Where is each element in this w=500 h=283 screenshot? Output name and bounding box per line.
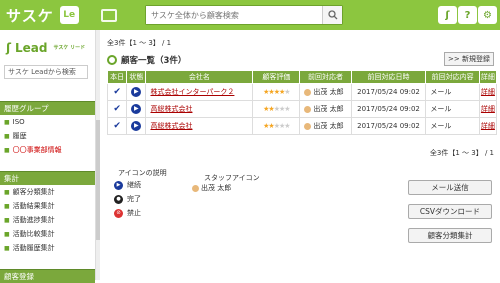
detail-link[interactable]: 詳細 xyxy=(478,100,498,118)
company-link[interactable]: 株式会社インターパーク２ xyxy=(145,83,254,101)
check-icon[interactable]: ✔ xyxy=(113,104,121,114)
rating-stars: ★★★★★ xyxy=(252,117,301,135)
contact-name: 出茂 太郎 xyxy=(299,83,352,101)
col-contact: 前回対応者 xyxy=(299,70,352,84)
person-icon xyxy=(304,105,312,113)
table-row[interactable]: ✔ ▶ 高総株式会社 ★★★★★ 出茂 太郎 2017/05/24 09:02 … xyxy=(106,100,498,118)
stats-header[interactable]: 集計 xyxy=(0,171,95,185)
sidebar-item-customer-class[interactable]: ■ 顧客分類集計 xyxy=(0,185,95,199)
last-content: メール xyxy=(425,100,480,118)
person-icon xyxy=(304,122,312,130)
sidebar: ʃ Lead サスケ リード サスケ Leadから検索 履歴グループ ■ ISO ■… xyxy=(0,30,96,283)
new-registration-button[interactable]: >> 新規登録 xyxy=(444,52,494,66)
table-row[interactable]: ✔ ▶ 高総株式会社 ★★★★★ 出茂 太郎 2017/05/24 09:02 … xyxy=(106,117,498,135)
legend-title: アイコンの説明 xyxy=(118,169,167,177)
staff-legend: 出茂 太郎 xyxy=(192,183,231,193)
search-button[interactable] xyxy=(322,6,342,24)
last-date: 2017/05/24 09:02 xyxy=(350,83,427,101)
company-link[interactable]: 高総株式会社 xyxy=(145,100,254,118)
csv-download-button[interactable]: CSVダウンロード xyxy=(408,204,492,219)
settings-button[interactable]: ⚙ xyxy=(478,6,497,24)
last-date: 2017/05/24 09:02 xyxy=(350,117,427,135)
col-today: 本日 xyxy=(106,70,128,84)
col-detail: 詳細 xyxy=(478,70,498,84)
global-search-input[interactable] xyxy=(146,6,322,24)
continue-icon: ▶ xyxy=(131,121,142,131)
sidebar-item-activity-compare[interactable]: ■ 活動比較集計 xyxy=(0,227,95,241)
legend-complete: ● 完了 xyxy=(114,194,141,204)
rating-stars: ★★★★★ xyxy=(252,100,301,118)
sidebar-title: ʃ Lead サスケ リード xyxy=(6,40,86,55)
continue-icon: ▶ xyxy=(131,87,142,97)
sidebar-item-history[interactable]: ■ 履歴 xyxy=(0,129,95,143)
prohibited-icon: ⊘ xyxy=(114,208,123,218)
contact-name: 出茂 太郎 xyxy=(299,100,352,118)
main-content: 全3件【1 ～ 3】 / 1 顧客一覧（3件） >> 新規登録 本日 状態 会社… xyxy=(104,30,500,280)
customer-table: 本日 状態 会社名 顧客評価 前回対応者 前回対応日時 前回対応内容 詳細 ✔ … xyxy=(106,70,498,135)
list-icon xyxy=(107,55,117,65)
detail-link[interactable]: 詳細 xyxy=(478,83,498,101)
search-icon xyxy=(327,10,337,20)
help-button[interactable]: ? xyxy=(458,6,477,24)
customer-registration-header[interactable]: 顧客登録 xyxy=(0,269,95,283)
person-icon xyxy=(304,88,312,96)
top-bar: サスケ Le ʃ ? ⚙ xyxy=(0,0,500,30)
check-icon[interactable]: ✔ xyxy=(113,87,121,97)
last-date: 2017/05/24 09:02 xyxy=(350,100,427,118)
company-link[interactable]: 高総株式会社 xyxy=(145,117,254,135)
sidebar-search-input[interactable]: サスケ Leadから検索 xyxy=(4,65,88,79)
legend-prohibited: ⊘ 禁止 xyxy=(114,208,141,218)
pagination-bottom: 全3件【1 ～ 3】 / 1 xyxy=(429,149,494,157)
col-company: 会社名 xyxy=(145,70,254,84)
person-icon xyxy=(192,184,199,192)
detail-link[interactable]: 詳細 xyxy=(478,117,498,135)
rating-stars: ★★★★★ xyxy=(252,83,301,101)
contact-name: 出茂 太郎 xyxy=(299,117,352,135)
sidebar-item-activity-history[interactable]: ■ 活動履歴集計 xyxy=(0,241,95,255)
history-group-header[interactable]: 履歴グループ xyxy=(0,101,95,115)
col-rating: 顧客評価 xyxy=(252,70,301,84)
staff-icon-title: スタッフアイコン xyxy=(204,174,260,182)
last-content: メール xyxy=(425,83,480,101)
continue-icon: ▶ xyxy=(131,104,142,114)
col-status: 状態 xyxy=(126,70,147,84)
app-logo[interactable]: サスケ xyxy=(6,5,54,26)
col-content: 前回対応内容 xyxy=(425,70,480,84)
legend-continue: ▶ 継続 xyxy=(114,180,141,190)
check-icon[interactable]: ✔ xyxy=(113,121,121,131)
sidebar-item-iso[interactable]: ■ ISO xyxy=(0,115,95,129)
sidebar-item-activity-progress[interactable]: ■ 活動進捗集計 xyxy=(0,213,95,227)
lead-app-badge[interactable]: Le xyxy=(59,6,79,24)
sasuke-switch-button[interactable]: ʃ xyxy=(438,6,457,24)
list-title: 顧客一覧（3件） xyxy=(107,54,186,66)
chat-icon[interactable] xyxy=(100,8,117,22)
last-content: メール xyxy=(425,117,480,135)
table-row[interactable]: ✔ ▶ 株式会社インターパーク２ ★★★★★ 出茂 太郎 2017/05/24 … xyxy=(106,83,498,101)
global-search-box xyxy=(145,5,343,25)
continue-icon: ▶ xyxy=(114,180,123,190)
complete-icon: ● xyxy=(114,194,123,204)
col-date: 前回対応日時 xyxy=(350,70,427,84)
customer-class-summary-button[interactable]: 顧客分類集計 xyxy=(408,228,492,243)
scrollbar-thumb[interactable] xyxy=(96,120,100,240)
send-mail-button[interactable]: メール送信 xyxy=(408,180,492,195)
sidebar-scrollbar[interactable] xyxy=(96,30,100,280)
sidebar-item-division-info[interactable]: ■ 〇〇事業部情報 xyxy=(0,143,95,157)
sidebar-item-activity-result[interactable]: ■ 活動結果集計 xyxy=(0,199,95,213)
pagination-top: 全3件【1 ～ 3】 / 1 xyxy=(107,39,172,47)
